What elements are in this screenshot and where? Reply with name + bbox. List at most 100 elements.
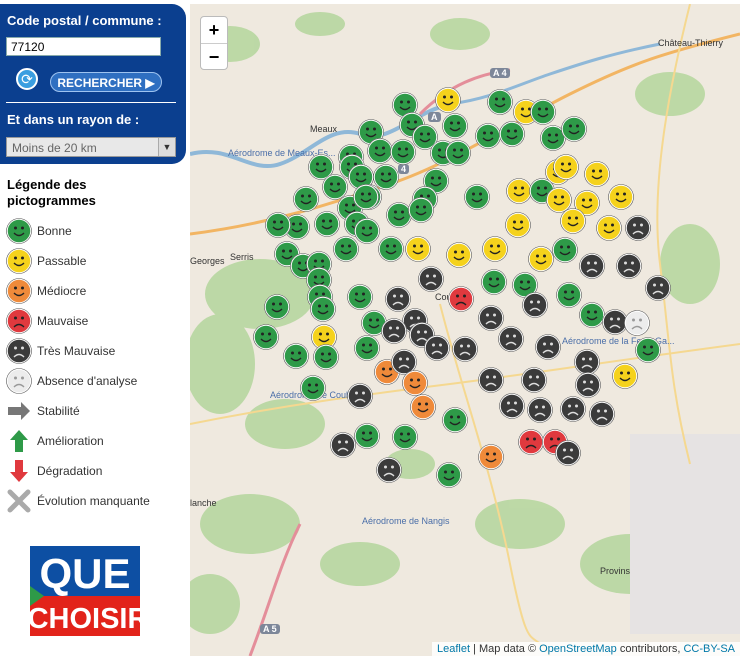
green-smiley-marker-icon[interactable] <box>354 335 380 361</box>
green-smiley-marker-icon[interactable] <box>264 294 290 320</box>
green-smiley-marker-icon[interactable] <box>283 343 309 369</box>
green-smiley-marker-icon[interactable] <box>300 375 326 401</box>
black-smiley-marker-icon[interactable] <box>498 326 524 352</box>
zoom-in-button[interactable]: + <box>201 17 227 44</box>
yellow-smiley-marker-icon[interactable] <box>405 236 431 262</box>
black-smiley-marker-icon[interactable] <box>522 292 548 318</box>
green-smiley-marker-icon[interactable] <box>265 212 291 238</box>
yellow-smiley-marker-icon[interactable] <box>505 212 531 238</box>
red-smiley-marker-icon[interactable] <box>518 429 544 455</box>
yellow-smiley-marker-icon[interactable] <box>612 363 638 389</box>
zip-label: Code postal / commune : <box>7 13 162 28</box>
orange-smiley-marker-icon[interactable] <box>402 370 428 396</box>
green-smiley-marker-icon[interactable] <box>445 140 471 166</box>
yellow-smiley-icon <box>6 248 32 274</box>
green-smiley-marker-icon[interactable] <box>253 324 279 350</box>
yellow-smiley-marker-icon[interactable] <box>584 161 610 187</box>
black-smiley-marker-icon[interactable] <box>527 397 553 423</box>
black-smiley-marker-icon[interactable] <box>560 396 586 422</box>
green-smiley-marker-icon[interactable] <box>561 116 587 142</box>
attribution-contributors: contributors, <box>619 643 681 655</box>
green-smiley-marker-icon[interactable] <box>347 284 373 310</box>
green-smiley-marker-icon[interactable] <box>436 462 462 488</box>
legend-label: Mauvaise <box>37 314 89 328</box>
green-smiley-marker-icon[interactable] <box>442 407 468 433</box>
zip-input[interactable]: 77120 <box>6 37 161 56</box>
black-smiley-marker-icon[interactable] <box>535 334 561 360</box>
osm-link[interactable]: OpenStreetMap <box>539 643 617 655</box>
yellow-smiley-marker-icon[interactable] <box>608 184 634 210</box>
yellow-smiley-marker-icon[interactable] <box>482 236 508 262</box>
black-smiley-marker-icon[interactable] <box>579 253 605 279</box>
green-smiley-marker-icon[interactable] <box>353 184 379 210</box>
black-smiley-marker-icon[interactable] <box>499 393 525 419</box>
orange-smiley-marker-icon[interactable] <box>410 394 436 420</box>
green-smiley-marker-icon[interactable] <box>475 123 501 149</box>
green-smiley-marker-icon[interactable] <box>635 337 661 363</box>
green-smiley-marker-icon[interactable] <box>408 197 434 223</box>
legend-label: Évolution manquante <box>37 494 150 508</box>
search-button[interactable]: RECHERCHER ▶ <box>50 72 162 92</box>
place-label: Provins <box>600 566 631 576</box>
road-shield: 4 <box>398 164 410 174</box>
search-panel: Code postal / commune : 77120 ⟳ RECHERCH… <box>0 4 186 164</box>
green-smiley-marker-icon[interactable] <box>354 423 380 449</box>
green-smiley-marker-icon[interactable] <box>442 113 468 139</box>
zoom-out-button[interactable]: − <box>201 44 227 70</box>
yellow-smiley-marker-icon[interactable] <box>446 242 472 268</box>
green-smiley-marker-icon[interactable] <box>293 186 319 212</box>
search-button-label: RECHERCHER <box>57 76 143 90</box>
license-link[interactable]: CC-BY-SA <box>683 643 735 655</box>
green-smiley-marker-icon[interactable] <box>390 139 416 165</box>
map-view[interactable]: Château-Thierry Meaux Aérodrome de Meaux… <box>190 4 740 656</box>
radius-label: Et dans un rayon de : <box>7 112 140 127</box>
black-smiley-marker-icon[interactable] <box>575 372 601 398</box>
refresh-icon[interactable]: ⟳ <box>16 68 38 90</box>
black-smiley-marker-icon[interactable] <box>418 266 444 292</box>
green-smiley-marker-icon[interactable] <box>333 236 359 262</box>
green-smiley-marker-icon[interactable] <box>499 121 525 147</box>
green-smiley-icon <box>6 218 32 244</box>
black-smiley-marker-icon[interactable] <box>376 457 402 483</box>
black-smiley-marker-icon[interactable] <box>625 215 651 241</box>
green-smiley-marker-icon[interactable] <box>392 424 418 450</box>
green-smiley-marker-icon[interactable] <box>530 99 556 125</box>
black-smiley-marker-icon[interactable] <box>452 336 478 362</box>
black-smiley-marker-icon[interactable] <box>424 335 450 361</box>
black-smiley-marker-icon[interactable] <box>645 275 671 301</box>
green-smiley-marker-icon[interactable] <box>313 344 339 370</box>
green-smiley-marker-icon[interactable] <box>378 236 404 262</box>
orange-smiley-marker-icon[interactable] <box>478 444 504 470</box>
yellow-smiley-marker-icon[interactable] <box>528 246 554 272</box>
black-smiley-marker-icon[interactable] <box>478 367 504 393</box>
legend-label: Dégradation <box>37 464 103 478</box>
leaflet-link[interactable]: Leaflet <box>437 643 470 655</box>
place-label: Aérodrome de Nangis <box>362 516 450 526</box>
black-smiley-marker-icon[interactable] <box>589 401 615 427</box>
legend-title: Légende des pictogrammes <box>7 177 96 208</box>
black-smiley-marker-icon[interactable] <box>521 367 547 393</box>
yellow-smiley-marker-icon[interactable] <box>596 215 622 241</box>
place-label: Château-Thierry <box>658 38 724 48</box>
green-smiley-marker-icon[interactable] <box>481 269 507 295</box>
black-smiley-marker-icon[interactable] <box>347 383 373 409</box>
radius-select[interactable]: Moins de 20 km ▼ <box>6 137 176 157</box>
green-smiley-marker-icon[interactable] <box>487 89 513 115</box>
green-smiley-marker-icon[interactable] <box>464 184 490 210</box>
legend-item: Stabilité <box>6 398 186 424</box>
black-smiley-marker-icon[interactable] <box>330 432 356 458</box>
black-smiley-marker-icon[interactable] <box>381 318 407 344</box>
white-smiley-icon <box>6 368 32 394</box>
green-smiley-marker-icon[interactable] <box>314 211 340 237</box>
green-smiley-marker-icon[interactable] <box>310 296 336 322</box>
legend-label: Passable <box>37 254 87 268</box>
white-smiley-marker-icon[interactable] <box>624 310 650 336</box>
yellow-smiley-marker-icon[interactable] <box>435 87 461 113</box>
yellow-smiley-marker-icon[interactable] <box>553 154 579 180</box>
red-smiley-marker-icon[interactable] <box>448 286 474 312</box>
legend-item: Mauvaise <box>6 308 186 334</box>
yellow-smiley-marker-icon[interactable] <box>560 208 586 234</box>
black-smiley-marker-icon[interactable] <box>616 253 642 279</box>
black-smiley-marker-icon[interactable] <box>555 440 581 466</box>
green-smiley-marker-icon[interactable] <box>552 237 578 263</box>
